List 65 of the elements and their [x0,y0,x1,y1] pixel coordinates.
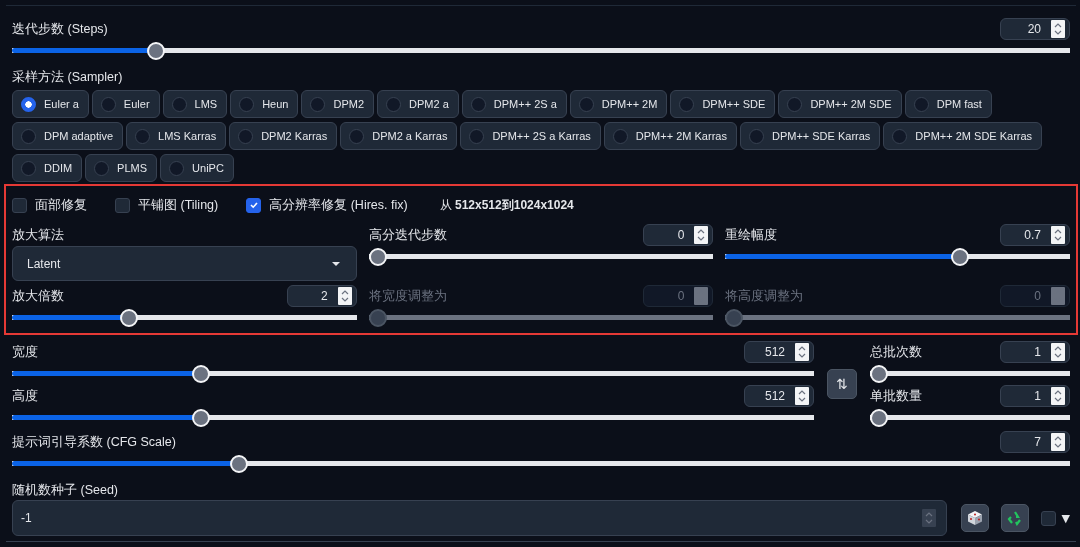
radio-option[interactable]: DPM++ 2M SDE [778,90,902,118]
slider-label: 宽度 [12,343,38,361]
slider-label: 放大倍数 [12,287,64,305]
radio-option[interactable]: DPM adaptive [12,122,124,150]
number-field[interactable]: 512 [744,385,814,407]
slider-label: 总批次数 [870,343,922,361]
dropdown-label: 放大算法 [12,227,65,244]
swap-button[interactable]: ⇅ [827,369,857,399]
slider-label: 重绘幅度 [725,226,778,244]
checkbox[interactable] [115,197,130,213]
checkbox-label[interactable]: 面部修复 [35,196,87,214]
number-field[interactable]: 2 [286,285,357,307]
expand-toggle[interactable]: ▼ [1061,511,1070,525]
number-field[interactable]: 0.7 [1000,224,1070,246]
number-field[interactable]: 7 [1000,431,1070,453]
checkbox[interactable] [12,197,27,213]
seed-field[interactable]: -1 [12,500,947,536]
radio-option[interactable]: DPM++ 2S a [461,90,567,118]
radio-option[interactable]: DPM++ 2M [569,90,668,118]
number-field[interactable]: 1 [1000,385,1070,407]
radio-option[interactable]: DPM++ 2S a Karras [460,122,601,150]
checkbox-label[interactable]: 平铺图 (Tiling) [138,196,219,214]
recycle-button[interactable] [1000,504,1029,532]
check-icon [248,200,259,210]
slider-label: 将高度调整为 [725,287,804,305]
slider-label: 将宽度调整为 [368,287,447,305]
radio-option[interactable]: Euler [91,90,160,118]
radio-option[interactable]: DPM2 a Karras [340,122,458,150]
radio-option[interactable]: DPM2 a [377,90,459,118]
radio-option[interactable]: DPM++ 2M SDE Karras [883,122,1043,150]
dice-button[interactable] [960,504,989,532]
checkbox[interactable] [1040,510,1056,526]
radio-option[interactable]: DPM2 Karras [229,122,338,150]
radio-option[interactable]: DPM fast [904,90,992,118]
slider-label: 高分迭代步数 [368,226,447,244]
dropdown[interactable]: Latent [12,246,357,281]
number-field[interactable]: 20 [1000,18,1070,40]
caret-icon[interactable] [331,261,340,266]
radio-option[interactable]: DPM2 [301,90,375,118]
radio-option[interactable]: Euler a [12,90,89,118]
slider-label: 高度 [12,387,38,405]
slider-label: 单批数量 [870,387,922,405]
slider-label: 提示词引导系数 (CFG Scale) [12,433,176,451]
checkbox[interactable] [246,197,262,213]
number-field[interactable]: 512 [744,341,814,363]
sampler-label: 采样方法 (Sampler) [12,69,124,86]
radio-option[interactable]: UniPC [160,154,234,182]
radio-option[interactable]: DPM++ 2M Karras [603,122,737,150]
radio-option[interactable]: DDIM [12,154,83,182]
radio-option[interactable]: PLMS [85,154,158,182]
seed-label: 随机数种子 (Seed) [12,482,119,499]
radio-option[interactable]: LMS [162,90,228,118]
checkbox-label[interactable]: 高分辨率修复 (Hires. fix) [269,196,408,214]
radio-option[interactable]: DPM++ SDE Karras [739,122,881,150]
slider-label: 迭代步数 (Steps) [12,20,108,38]
radio-option[interactable]: LMS Karras [126,122,227,150]
radio-option[interactable]: Heun [230,90,299,118]
spinner-icon[interactable] [694,226,709,244]
dice-icon [966,510,983,526]
spinner-icon[interactable] [337,287,352,305]
radio-option[interactable]: DPM++ SDE [670,90,776,118]
resolution-info: 从 512x512到1024x1024 [439,196,574,214]
recycle-icon [1006,510,1023,526]
number-field[interactable]: 0 [643,224,714,246]
number-field[interactable]: 1 [1000,341,1070,363]
